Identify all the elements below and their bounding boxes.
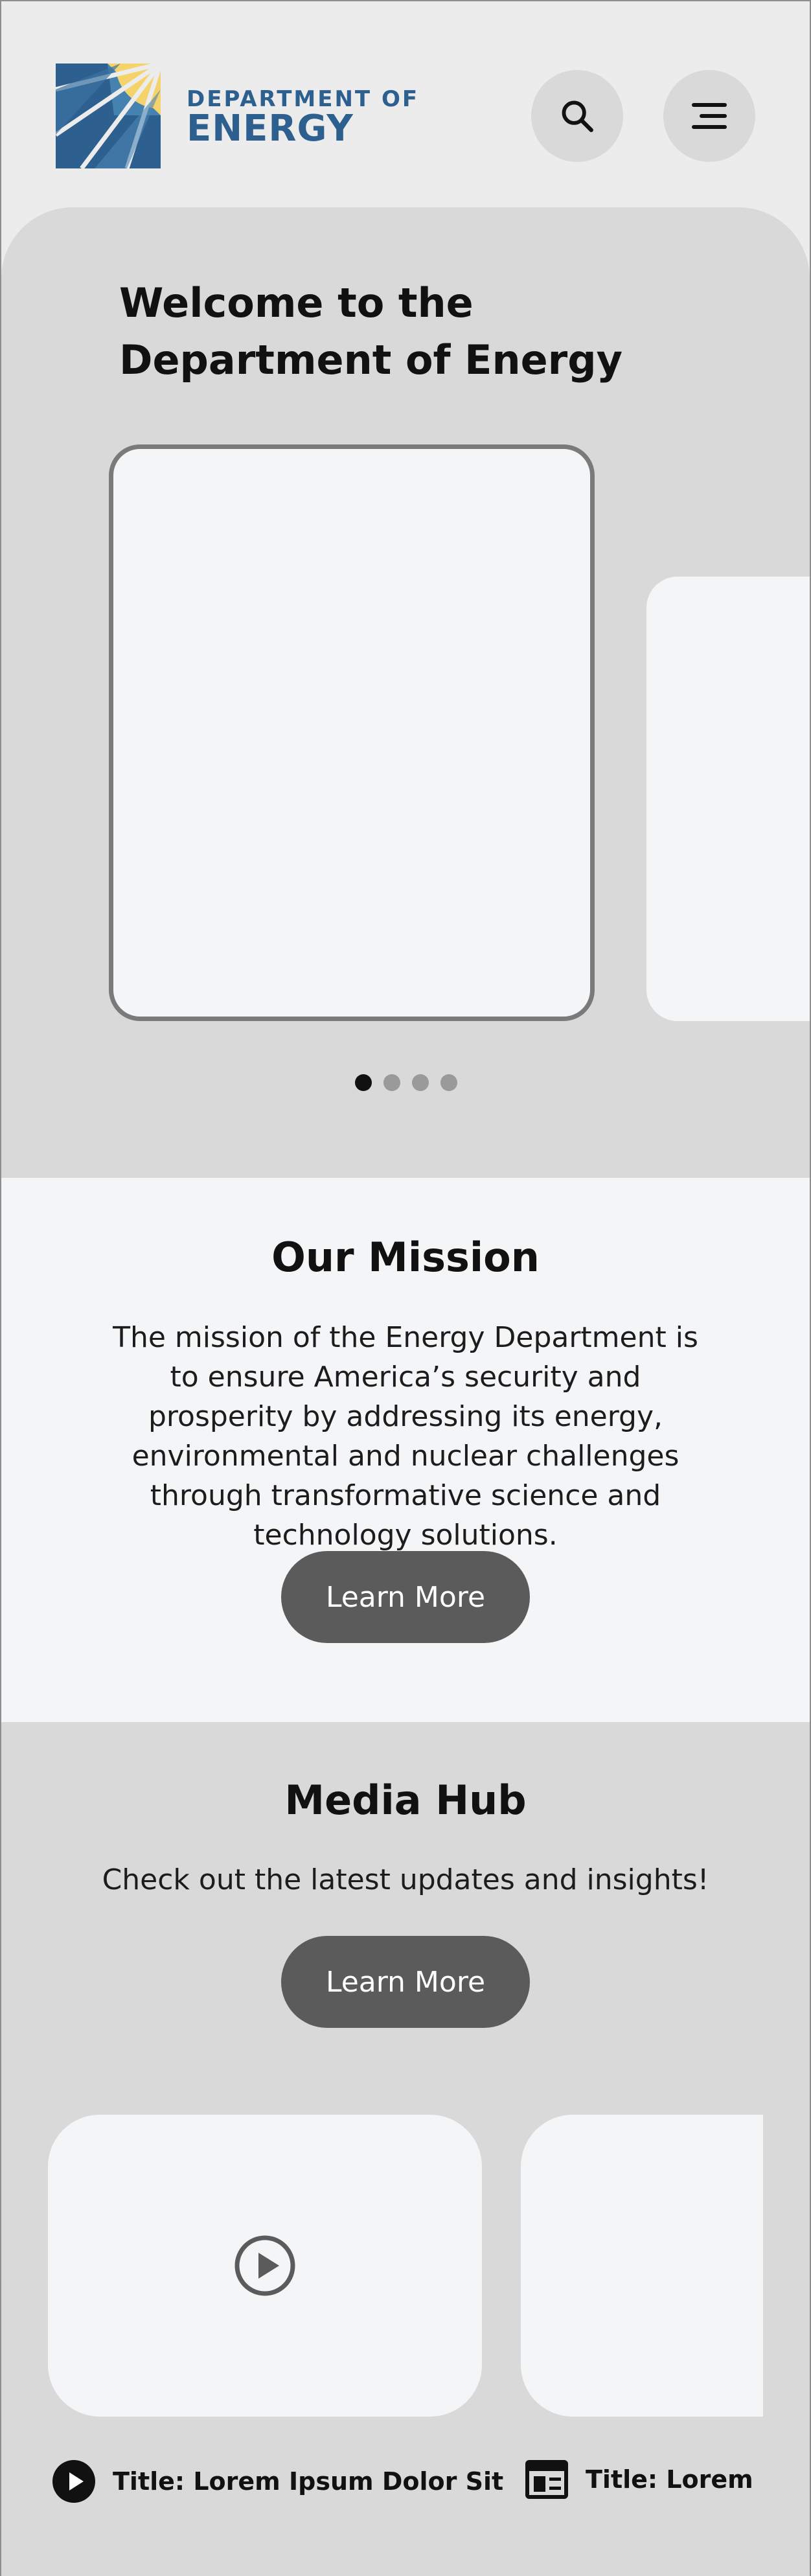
hero-section: Welcome to the Department of Energy: [1, 207, 810, 1178]
search-icon: [562, 100, 593, 132]
pagination-dot-4[interactable]: [440, 1074, 457, 1091]
mission-text: The mission of the Energy Department is …: [113, 1321, 698, 1552]
carousel-card-active[interactable]: [109, 444, 595, 1021]
play-circle-icon[interactable]: [234, 2235, 296, 2297]
sun-logo-icon: [56, 63, 161, 168]
mission-title: Our Mission: [271, 1234, 540, 1281]
article-icon: [525, 2459, 569, 2500]
media-item-title: Title: Lorem Ipsum Dolor Sit: [586, 2465, 763, 2494]
menu-icon: [692, 103, 727, 129]
media-item-caption[interactable]: Title: Lorem Ipsum Dolor Sit: [52, 2459, 503, 2503]
menu-button[interactable]: [663, 70, 755, 162]
pagination-dot-1[interactable]: [355, 1074, 372, 1091]
search-button[interactable]: [531, 70, 623, 162]
mission-section: Our Mission The mission of the Energy De…: [1, 1178, 810, 1722]
media-item-title: Title: Lorem Ipsum Dolor Sit: [113, 2467, 504, 2496]
carousel-pagination: [355, 1074, 457, 1091]
pagination-dot-3[interactable]: [412, 1074, 429, 1091]
hero-title: Welcome to the Department of Energy: [119, 279, 623, 384]
media-item-caption[interactable]: Title: Lorem Ipsum Dolor Sit: [525, 2459, 763, 2500]
media-hub-section: Media Hub Check out the latest updates a…: [1, 1722, 810, 2576]
logo-line-2: ENERGY: [187, 108, 354, 150]
play-icon: [52, 2459, 96, 2503]
media-card-article[interactable]: [521, 2115, 763, 2417]
media-carousel: Title: Lorem Ipsum Dolor Sit Title: Lore…: [1, 1722, 763, 2576]
pagination-dot-2[interactable]: [383, 1074, 400, 1091]
site-header: DEPARTMENT OF ENERGY: [1, 1, 810, 209]
carousel-card-next[interactable]: [646, 577, 810, 1021]
media-card-video[interactable]: [48, 2115, 482, 2417]
doe-logo[interactable]: DEPARTMENT OF ENERGY: [56, 63, 419, 168]
mission-learn-more-button[interactable]: Learn More: [281, 1551, 530, 1643]
